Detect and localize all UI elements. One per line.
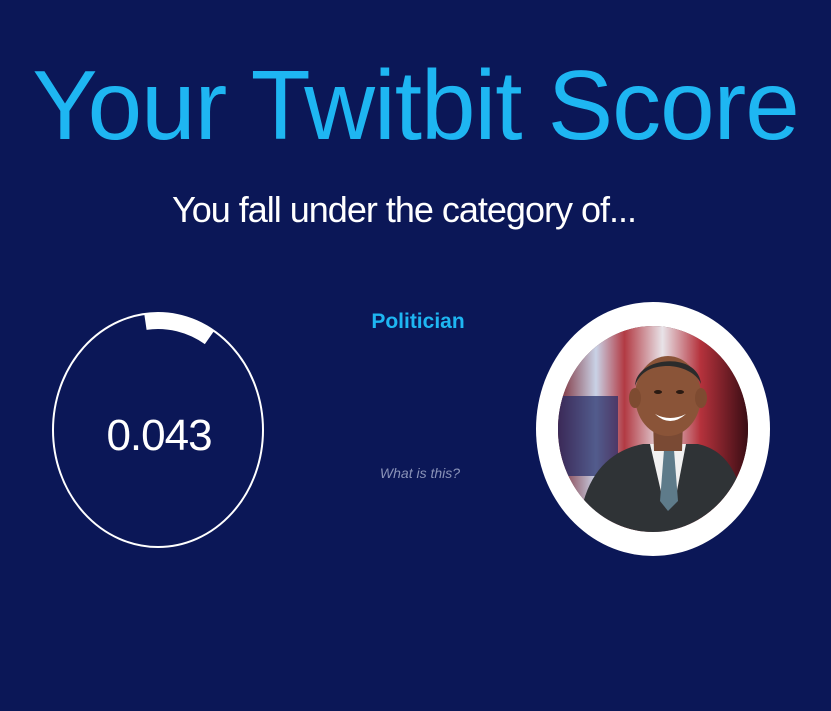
score-gauge: 0.043 bbox=[50, 310, 268, 550]
avatar bbox=[536, 302, 770, 556]
avatar-photo bbox=[558, 326, 748, 532]
score-value: 0.043 bbox=[106, 411, 212, 460]
score-ring-progress bbox=[144, 313, 215, 345]
page-title: Your Twitbit Score bbox=[32, 50, 799, 160]
category-label: Politician bbox=[371, 310, 465, 333]
page-subtitle: You fall under the category of... bbox=[171, 189, 637, 230]
what-is-this-link[interactable]: What is this? bbox=[340, 463, 500, 483]
person-portrait-icon bbox=[558, 326, 748, 532]
